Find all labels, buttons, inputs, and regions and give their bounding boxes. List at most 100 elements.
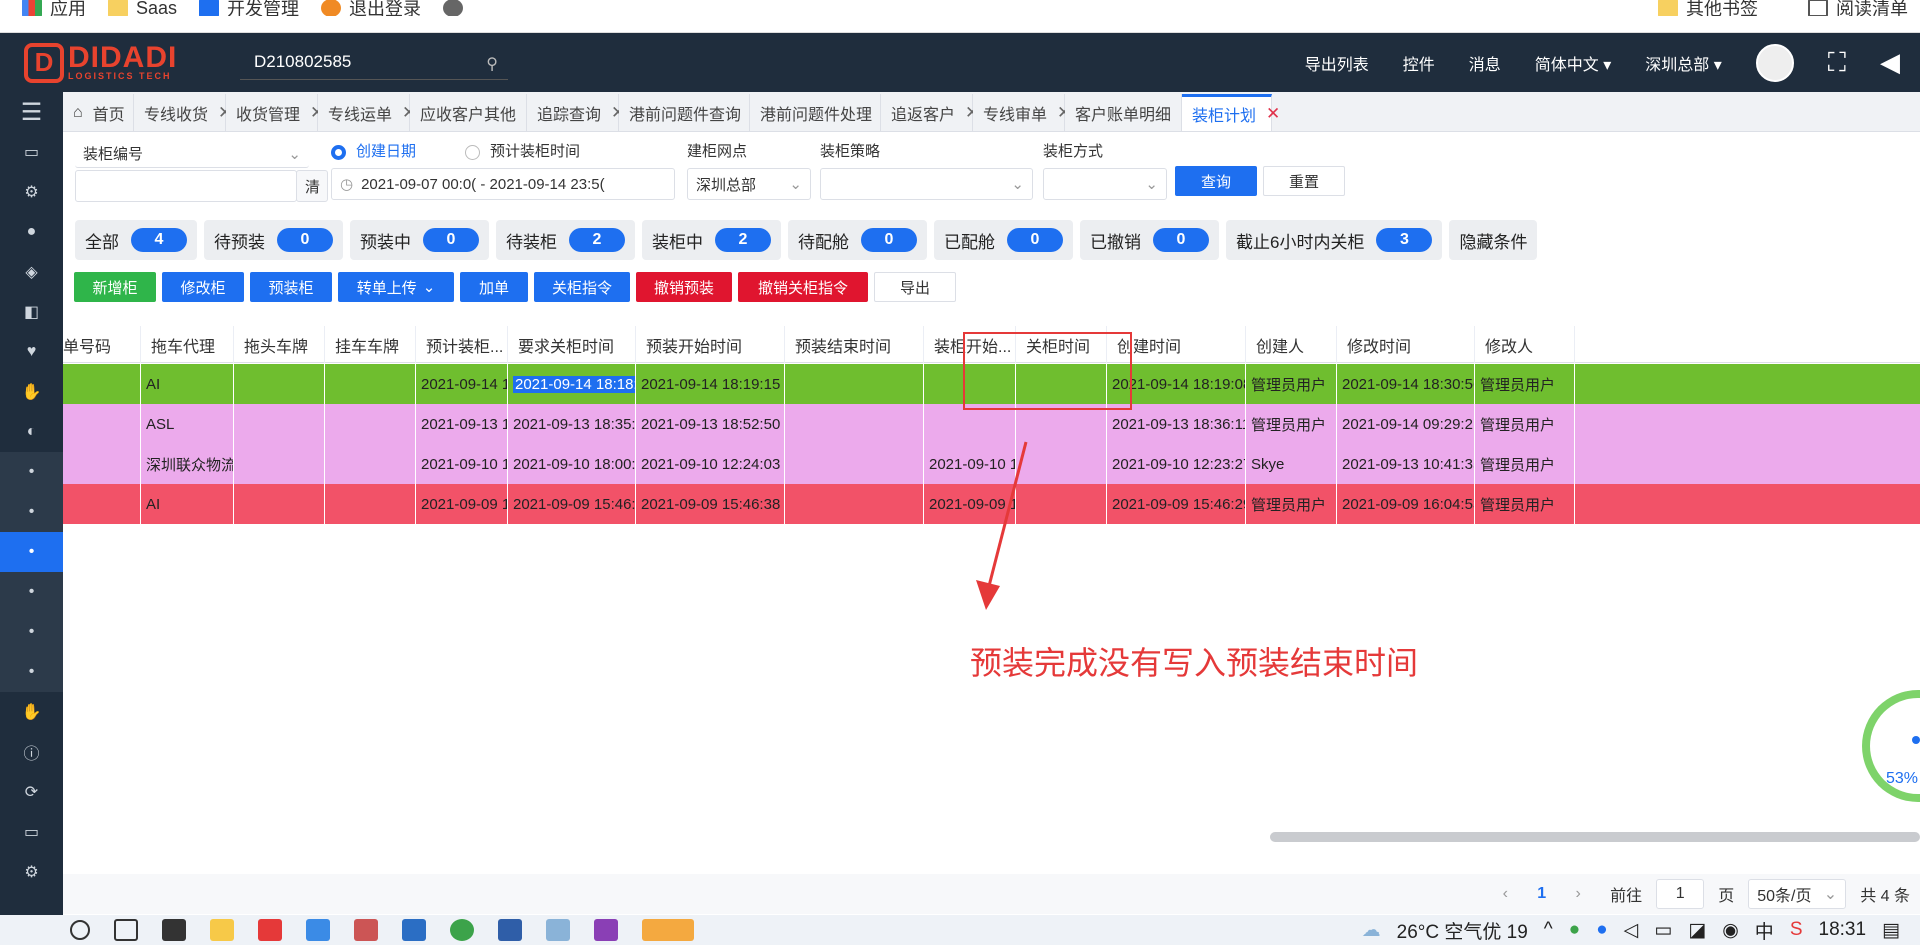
method-select[interactable]: ⌄ xyxy=(1043,168,1167,200)
table-cell[interactable]: 2021-09-09 16:04:53 xyxy=(1337,484,1475,524)
table-cell[interactable]: 2021-09-14 09:29:21 xyxy=(1337,404,1475,444)
weather-text[interactable]: 26°C 空气优 19 xyxy=(1397,917,1528,944)
table-cell[interactable] xyxy=(325,404,416,444)
next-page-icon[interactable]: › xyxy=(1560,885,1596,903)
table-cell[interactable]: 2021-09-13 18:35:00 xyxy=(508,404,636,444)
table-cell[interactable]: 2021-09-10 18:00:00 xyxy=(508,444,636,484)
table-cell[interactable]: 管理员用户 xyxy=(1475,404,1575,444)
tab-7[interactable]: 港前问题件处理✕ xyxy=(750,94,896,131)
code-select[interactable]: 装柜编号 ⌄ xyxy=(75,140,309,168)
prev-page-icon[interactable]: ‹ xyxy=(1487,885,1523,903)
table-cell[interactable]: 管理员用户 xyxy=(1246,404,1337,444)
tab-6[interactable]: 港前问题件查询✕ xyxy=(619,94,765,131)
table-cell[interactable]: 管理员用户 xyxy=(1475,364,1575,404)
table-cell[interactable] xyxy=(785,364,924,404)
bookmark-other[interactable]: 其他书签 xyxy=(1658,0,1758,16)
table-cell[interactable]: 2021-09-10 12: xyxy=(416,444,508,484)
tray-icon[interactable]: ◪ xyxy=(1688,919,1706,942)
table-cell[interactable]: 2021-09-13 18:36:11 xyxy=(1107,404,1246,444)
settings-stack-icon[interactable]: ⚙ xyxy=(0,852,63,892)
table-cell[interactable] xyxy=(53,364,141,404)
table-cell[interactable]: AI xyxy=(141,484,234,524)
radio-planned-time[interactable]: 预计装柜时间 xyxy=(465,140,580,161)
dot-icon[interactable]: • xyxy=(0,612,63,652)
page-number[interactable]: 1 xyxy=(1537,885,1546,903)
nav-export-list[interactable]: 导出列表 xyxy=(1305,51,1369,75)
table-cell[interactable] xyxy=(785,444,924,484)
code-input[interactable] xyxy=(75,170,297,202)
tab-10[interactable]: 客户账单明细✕ xyxy=(1065,94,1195,131)
status-chip-1[interactable]: 待预装 0 xyxy=(204,220,343,260)
column-header-4[interactable]: 预计装柜... xyxy=(416,326,508,363)
dot-icon-active[interactable]: • xyxy=(0,532,63,572)
status-chip-0[interactable]: 全部 4 xyxy=(75,220,197,260)
bookmark-logout[interactable]: 退出登录 xyxy=(321,0,421,16)
table-cell[interactable] xyxy=(325,444,416,484)
table-cell[interactable]: AI xyxy=(141,364,234,404)
ime-label[interactable]: 中 xyxy=(1755,917,1774,944)
query-button[interactable]: 查询 xyxy=(1175,166,1257,196)
clock[interactable]: 18:31 xyxy=(1819,919,1867,941)
hand-icon[interactable]: ✋ xyxy=(0,692,63,732)
column-header-7[interactable]: 预装结束时间 xyxy=(785,326,924,363)
table-cell[interactable] xyxy=(325,484,416,524)
table-cell[interactable]: ASL xyxy=(141,404,234,444)
table-cell[interactable] xyxy=(53,404,141,444)
table-cell[interactable]: 管理员用户 xyxy=(1246,364,1337,404)
bookmark-devmgmt[interactable]: 开发管理 xyxy=(199,0,299,16)
app-icon[interactable] xyxy=(162,919,186,941)
add-container-button[interactable]: 新增柜 xyxy=(74,272,156,302)
strategy-select[interactable]: ⌄ xyxy=(820,168,1033,200)
search-icon[interactable]: ⚲ xyxy=(486,54,498,74)
transfer-upload-dropdown[interactable]: 转单上传 ⌄ xyxy=(338,272,454,302)
table-cell[interactable]: 2021-09-10 12:23:27 xyxy=(1107,444,1246,484)
reset-button[interactable]: 重置 xyxy=(1263,166,1345,196)
radio-created-date[interactable]: 创建日期 xyxy=(331,140,416,161)
column-header-2[interactable]: 拖头车牌 xyxy=(234,326,325,363)
axure-icon[interactable] xyxy=(594,919,618,941)
sogou-icon[interactable]: S xyxy=(1790,919,1803,941)
tab-5[interactable]: 追踪查询✕ xyxy=(527,94,625,131)
sync-icon[interactable]: ⟳ xyxy=(0,772,63,812)
table-cell[interactable] xyxy=(924,404,1016,444)
close-command-button[interactable]: 关柜指令 xyxy=(534,272,630,302)
table-cell[interactable] xyxy=(53,484,141,524)
table-cell[interactable]: 2021-09-09 15: xyxy=(416,484,508,524)
page-size-select[interactable]: 50条/页 ⌄ xyxy=(1748,879,1847,909)
tab-1[interactable]: 专线收货✕ xyxy=(134,94,232,131)
table-cell[interactable] xyxy=(325,364,416,404)
table-cell[interactable]: 2021-09-14 18: xyxy=(416,364,508,404)
search-icon[interactable] xyxy=(70,920,90,940)
table-cell[interactable] xyxy=(234,484,325,524)
tray-icon[interactable]: ● xyxy=(1569,919,1580,941)
notification-icon[interactable]: ▤ xyxy=(1882,919,1900,942)
cancel-close-command-button[interactable]: 撤销关柜指令 xyxy=(738,272,868,302)
bookmark-globe[interactable] xyxy=(443,0,464,16)
status-chip-4[interactable]: 装柜中 2 xyxy=(642,220,781,260)
tab-9[interactable]: 专线审单✕ xyxy=(973,94,1071,131)
search-input[interactable]: D210802585 ⚲ xyxy=(240,46,508,80)
weather-icon[interactable]: ☁ xyxy=(1362,919,1381,942)
volume-icon[interactable]: ◁ xyxy=(1624,919,1639,942)
table-cell[interactable] xyxy=(234,404,325,444)
tab-3[interactable]: 专线运单✕ xyxy=(318,94,416,131)
close-icon[interactable]: ✕ xyxy=(1266,104,1280,124)
date-range-picker[interactable]: ◷ 2021-09-07 00:0( - 2021-09-14 23:5( xyxy=(331,168,675,200)
tab-11[interactable]: 装柜计划 ✕ xyxy=(1182,94,1280,131)
layers-icon[interactable]: ◈ xyxy=(0,252,63,292)
column-header-11[interactable]: 创建人 xyxy=(1246,326,1337,363)
table-cell[interactable]: 2021-09-09 15:46:29 xyxy=(1107,484,1246,524)
status-chip-6[interactable]: 已配舱 0 xyxy=(934,220,1073,260)
preload-button[interactable]: 预装柜 xyxy=(250,272,332,302)
table-row[interactable]: ASL2021-09-13 18:2021-09-13 18:35:002021… xyxy=(63,404,1920,444)
bookmark-apps[interactable]: 应用 xyxy=(22,0,86,16)
column-header-6[interactable]: 预装开始时间 xyxy=(636,326,785,363)
status-chip-2[interactable]: 预装中 0 xyxy=(350,220,489,260)
monitor-icon[interactable]: ▭ xyxy=(0,132,63,172)
table-cell[interactable]: 2021-09-14 18:19:15 xyxy=(636,364,785,404)
horizontal-scrollbar[interactable] xyxy=(1270,832,1920,842)
status-chip-7[interactable]: 已撤销 0 xyxy=(1080,220,1219,260)
table-cell[interactable] xyxy=(785,484,924,524)
table-cell[interactable]: 管理员用户 xyxy=(1475,484,1575,524)
table-cell[interactable]: 管理员用户 xyxy=(1475,444,1575,484)
